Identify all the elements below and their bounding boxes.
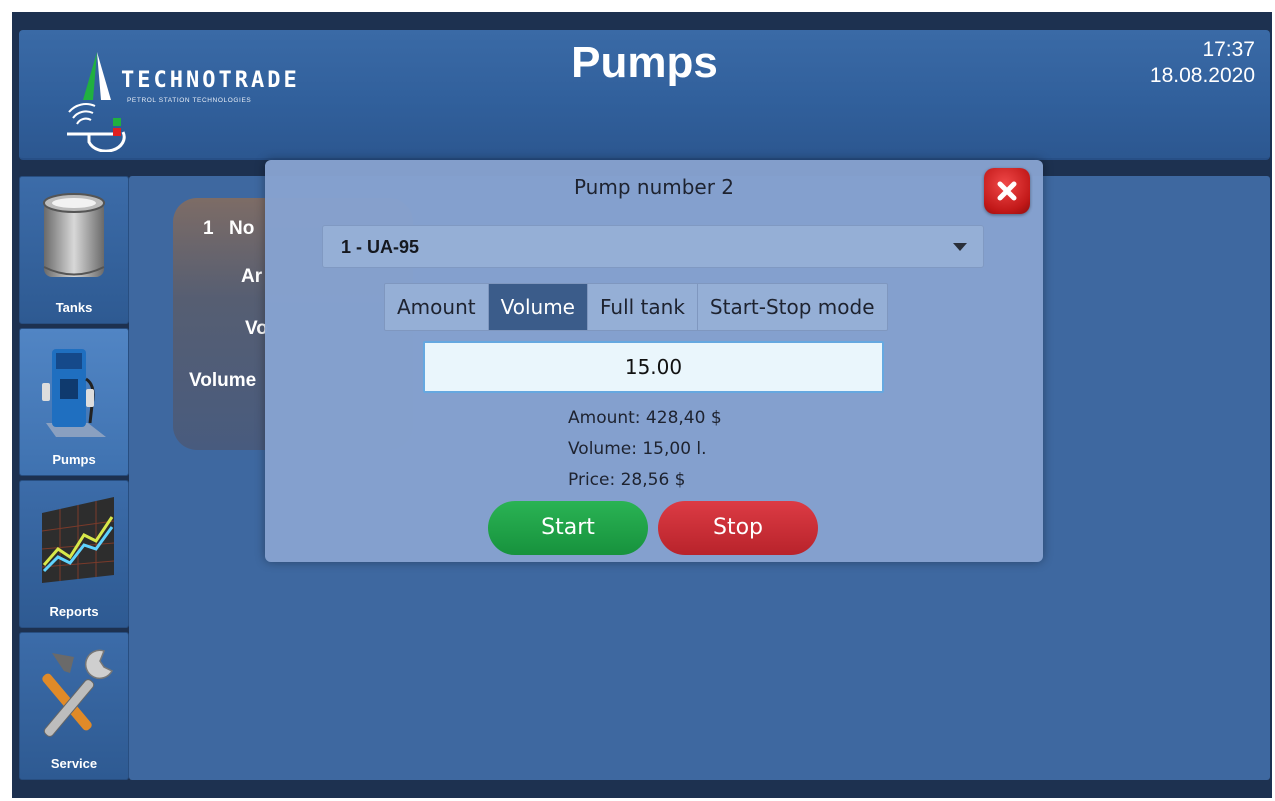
pump-dialog: Pump number 2 1 - UA-95 Amount Volume Fu… — [265, 160, 1043, 562]
sidebar-item-label: Service — [50, 756, 98, 771]
sidebar-item-service[interactable]: Service — [19, 632, 129, 780]
sidebar-item-reports[interactable]: Reports — [19, 480, 129, 628]
tab-full-tank[interactable]: Full tank — [587, 284, 698, 330]
stop-button[interactable]: Stop — [658, 501, 818, 555]
close-icon — [997, 181, 1017, 201]
nozzle-label: No — [229, 218, 255, 239]
pump-number: 1 — [203, 218, 214, 239]
volume-total-label: Volume — [189, 370, 257, 391]
summary-amount: Amount: 428,40 $ — [568, 408, 722, 428]
sidebar-item-label: Pumps — [52, 452, 96, 467]
fuel-pump-icon — [42, 349, 106, 437]
tab-start-stop-mode[interactable]: Start-Stop mode — [697, 284, 887, 330]
page-title: Pumps — [571, 38, 718, 87]
chevron-down-icon — [953, 243, 967, 251]
header-bar: TECHNOTRADE PETROL STATION TECHNOLOGIES … — [19, 30, 1270, 160]
sidebar-item-tanks[interactable]: Tanks — [19, 176, 129, 324]
amount-label: Ar — [241, 266, 263, 287]
summary-price: Price: 28,56 $ — [568, 470, 686, 490]
brand-tagline: PETROL STATION TECHNOLOGIES — [127, 97, 252, 104]
app-screen: TECHNOTRADE PETROL STATION TECHNOLOGIES … — [12, 12, 1272, 798]
dialog-title: Pump number 2 — [573, 175, 735, 199]
sidebar-item-pumps[interactable]: Pumps — [19, 328, 129, 476]
sidebar-item-label: Reports — [49, 604, 99, 619]
summary-volume: Volume: 15,00 l. — [568, 439, 707, 459]
fuel-grade-select[interactable]: 1 - UA-95 — [322, 225, 984, 268]
clock-date: 18.08.2020 — [1149, 64, 1255, 87]
tank-icon — [43, 193, 105, 277]
fuel-grade-value: 1 - UA-95 — [341, 237, 420, 257]
tab-volume[interactable]: Volume — [488, 284, 588, 330]
start-button[interactable]: Start — [488, 501, 648, 555]
tools-icon — [42, 649, 114, 737]
clock-time: 17:37 — [1202, 38, 1255, 61]
transaction-summary: Amount: 428,40 $ Volume: 15,00 l. Price:… — [568, 403, 722, 496]
tab-amount[interactable]: Amount — [385, 284, 489, 330]
sidebar-item-label: Tanks — [55, 300, 93, 315]
volume-input[interactable] — [423, 341, 884, 393]
clock: 17:37 18.08.2020 — [1150, 37, 1255, 89]
mode-tabs: Amount Volume Full tank Start-Stop mode — [384, 283, 888, 331]
chart-icon — [41, 497, 115, 583]
close-button[interactable] — [984, 168, 1030, 214]
sidebar: Tanks Pumps Reports Service — [19, 176, 129, 786]
